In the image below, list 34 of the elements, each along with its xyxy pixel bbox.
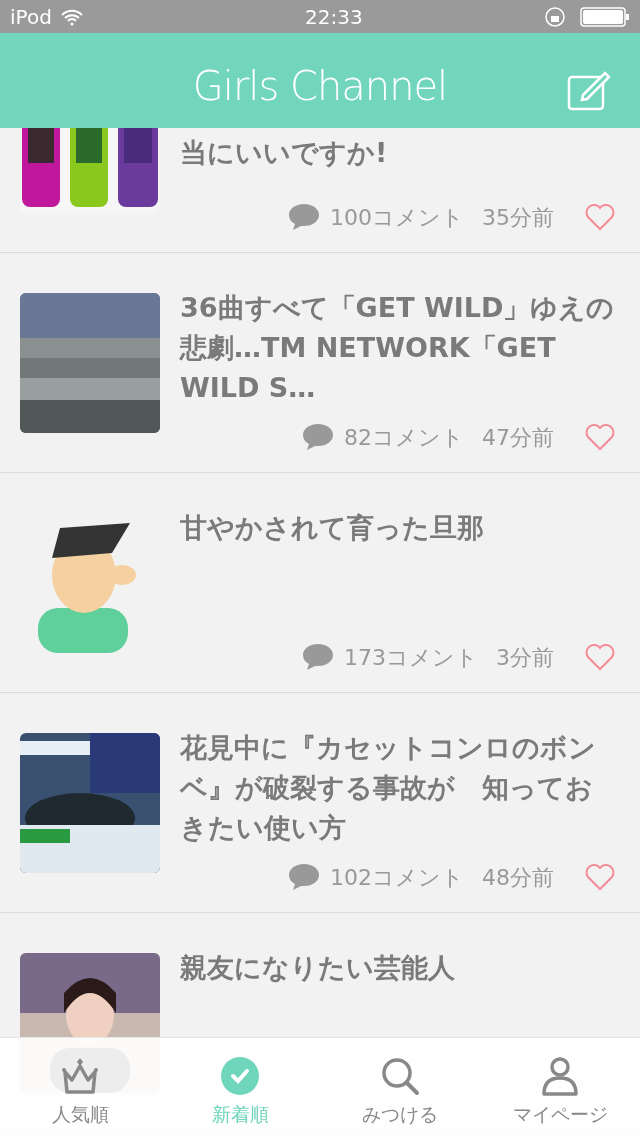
tab[interactable]: みつける <box>320 1038 480 1136</box>
edit-icon[interactable] <box>567 69 611 111</box>
comment-icon <box>288 202 320 232</box>
topic-title[interactable]: 花見中に『カセットコンロのボンベ』が破裂する事故が 知っておきたい使い方 <box>180 728 616 848</box>
heart-icon[interactable] <box>584 422 616 452</box>
heart-icon[interactable] <box>584 202 616 232</box>
comment-count: 100コメント <box>330 203 464 232</box>
search-icon <box>380 1055 420 1096</box>
comment-icon <box>302 422 334 452</box>
comment-icon <box>288 862 320 892</box>
battery-icon <box>580 6 630 27</box>
post-time: 3分前 <box>496 643 554 672</box>
post-time: 35分前 <box>482 203 554 232</box>
comment-count: 102コメント <box>330 863 464 892</box>
heart-icon[interactable] <box>584 642 616 672</box>
post-time: 48分前 <box>482 863 554 892</box>
post-time: 47分前 <box>482 423 554 452</box>
heart-icon[interactable] <box>584 862 616 892</box>
topic-title[interactable]: 親友になりたい芸能人 <box>180 948 616 988</box>
carrier-name: iPod <box>10 3 52 31</box>
rotation-lock-icon <box>544 5 566 28</box>
topic-title[interactable]: 甘やかされて育った旦那 <box>180 508 616 548</box>
comment-count: 82コメント <box>344 423 464 452</box>
tab[interactable]: マイページ <box>480 1038 640 1136</box>
topic-title[interactable]: 36曲すべて「GET WILD」ゆえの悲劇…TM NETWORK「GET WILD S… <box>180 288 616 408</box>
comment-icon <box>302 642 334 672</box>
check-icon <box>220 1055 260 1096</box>
app-logo: Girls Channel <box>192 61 448 111</box>
wifi-icon <box>59 7 84 26</box>
status-time: 22:33 <box>304 3 364 31</box>
comment-count: 173コメント <box>344 643 478 672</box>
person-icon <box>540 1055 580 1096</box>
tab[interactable]: 人気順 <box>0 1038 160 1136</box>
topic-title[interactable]: 当にいいですか! <box>180 133 616 173</box>
